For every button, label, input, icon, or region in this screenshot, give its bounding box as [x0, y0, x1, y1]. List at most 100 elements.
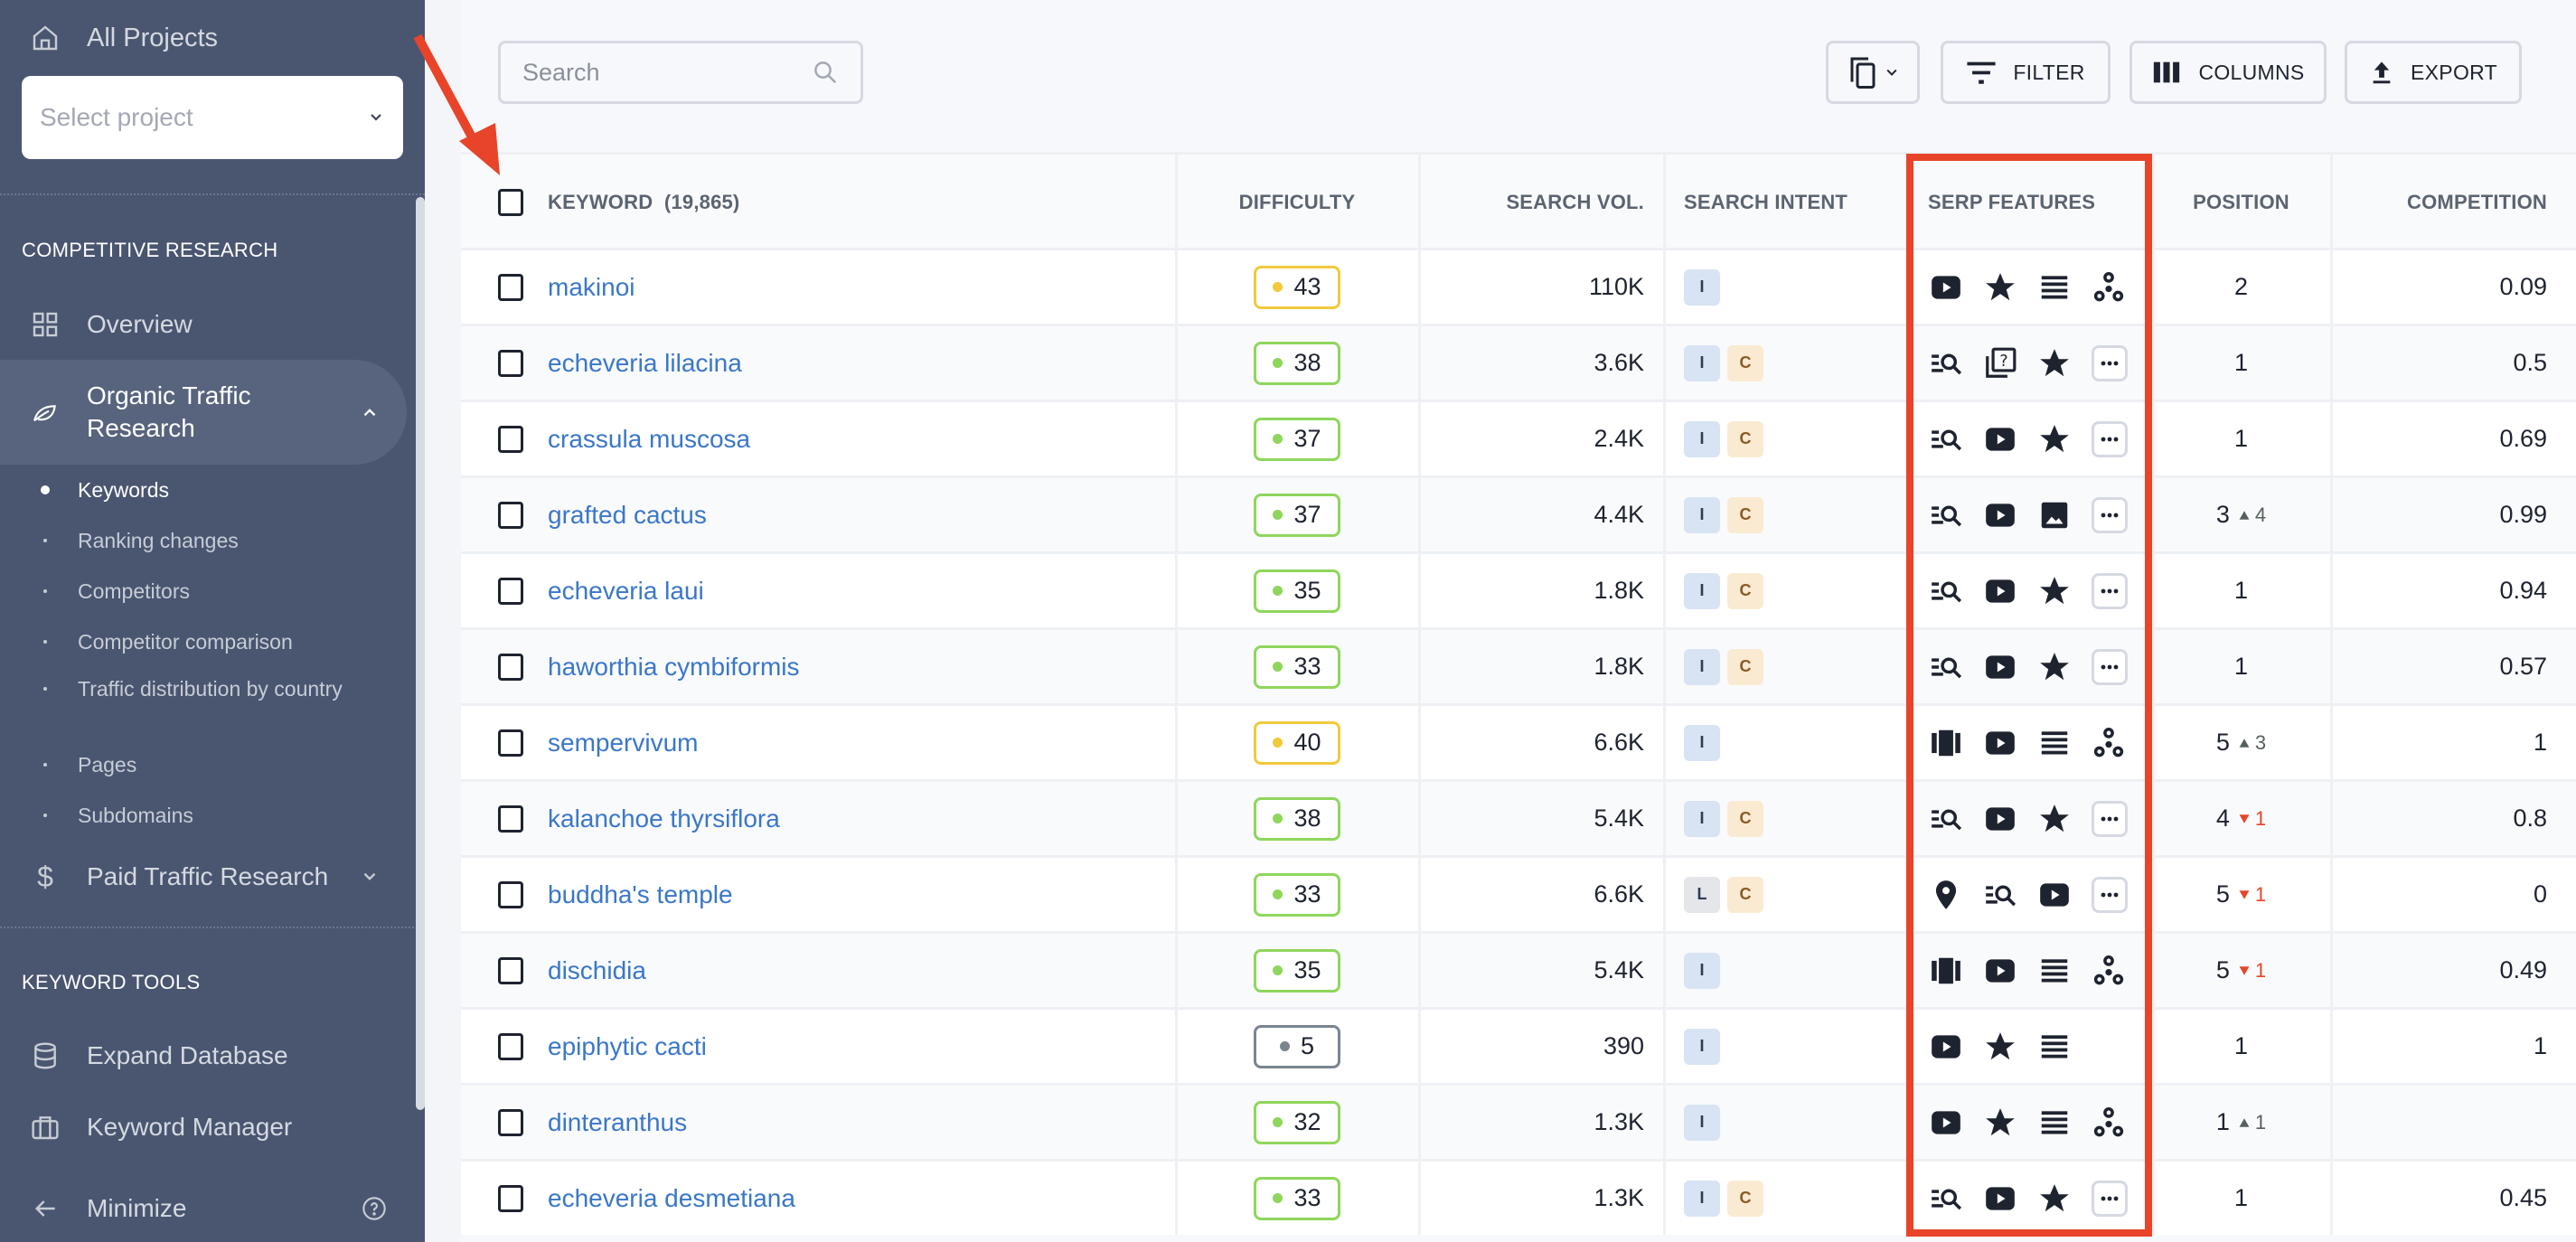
featured-list-icon[interactable]	[2037, 1030, 2072, 1064]
help-icon[interactable]	[362, 1196, 387, 1221]
header-search-intent[interactable]: SEARCH INTENT	[1684, 155, 1847, 250]
knowledge-graph-icon[interactable]	[2092, 726, 2126, 760]
video-icon[interactable]	[1929, 270, 1963, 305]
keyword-link[interactable]: crassula muscosa	[548, 425, 750, 454]
star-icon[interactable]	[2037, 422, 2072, 456]
video-icon[interactable]	[1983, 574, 2017, 608]
filter-button[interactable]: FILTER	[1941, 41, 2111, 104]
columns-button[interactable]: COLUMNS	[2129, 41, 2327, 104]
star-icon[interactable]	[2037, 802, 2072, 836]
header-competition[interactable]: COMPETITION	[2330, 155, 2547, 250]
sidebar-subitem-competitors[interactable]: Competitors	[43, 579, 190, 604]
star-icon[interactable]	[2037, 574, 2072, 608]
image-icon[interactable]	[2037, 498, 2072, 532]
keyword-link[interactable]: kalanchoe thyrsiflora	[548, 804, 780, 833]
row-checkbox[interactable]	[498, 729, 523, 757]
sidebar-item-expand-database[interactable]: Expand Database	[0, 1033, 407, 1078]
sidebar-item-paid-traffic-research[interactable]: $ Paid Traffic Research	[0, 854, 407, 899]
related-searches-icon[interactable]	[1983, 878, 2017, 912]
sidebar-subitem-competitor-comparison[interactable]: Competitor comparison	[43, 629, 293, 654]
search-box[interactable]	[498, 41, 863, 104]
select-all-checkbox[interactable]	[498, 189, 523, 216]
knowledge-graph-icon[interactable]	[2092, 270, 2126, 305]
more-serp-features-button[interactable]	[2092, 572, 2128, 609]
star-icon[interactable]	[2037, 650, 2072, 684]
related-searches-icon[interactable]	[1929, 346, 1963, 381]
sidebar-subitem-keywords[interactable]: Keywords	[41, 477, 169, 503]
row-checkbox[interactable]	[498, 956, 523, 984]
row-checkbox[interactable]	[498, 653, 523, 681]
video-icon[interactable]	[1983, 1181, 2017, 1216]
more-serp-features-button[interactable]	[2092, 1180, 2128, 1217]
row-checkbox[interactable]	[498, 1108, 523, 1136]
header-position[interactable]: POSITION	[2152, 155, 2330, 250]
sidebar-subitem-subdomains[interactable]: Subdomains	[43, 803, 193, 828]
star-icon[interactable]	[1983, 1030, 2017, 1064]
carousel-icon[interactable]	[1929, 726, 1963, 760]
video-icon[interactable]	[1983, 802, 2017, 836]
featured-list-icon[interactable]	[2037, 1106, 2072, 1140]
video-icon[interactable]	[1983, 954, 2017, 988]
keyword-link[interactable]: sempervivum	[548, 729, 698, 757]
more-serp-features-button[interactable]	[2092, 876, 2128, 913]
featured-list-icon[interactable]	[2037, 726, 2072, 760]
more-serp-features-button[interactable]	[2092, 344, 2128, 381]
header-keyword[interactable]: KEYWORD (19,865)	[548, 155, 739, 250]
carousel-icon[interactable]	[1929, 954, 1963, 988]
sidebar-subitem-pages[interactable]: Pages	[42, 752, 136, 777]
row-checkbox[interactable]	[498, 577, 523, 605]
more-serp-features-button[interactable]	[2092, 648, 2128, 685]
project-select[interactable]: Select project	[22, 76, 403, 159]
sidebar-scrollbar[interactable]	[416, 197, 425, 1110]
header-search-vol[interactable]: SEARCH VOL.	[1418, 155, 1644, 250]
row-checkbox[interactable]	[498, 273, 523, 301]
sidebar-subitem-ranking-changes[interactable]: Ranking changes	[43, 528, 239, 553]
video-icon[interactable]	[1983, 498, 2017, 532]
knowledge-graph-icon[interactable]	[2092, 1106, 2126, 1140]
row-checkbox[interactable]	[498, 349, 523, 377]
sidebar-item-keyword-manager[interactable]: Keyword Manager	[0, 1105, 407, 1150]
more-serp-features-button[interactable]	[2092, 496, 2128, 533]
star-icon[interactable]	[2037, 1181, 2072, 1216]
keyword-link[interactable]: makinoi	[548, 273, 635, 302]
all-projects-link[interactable]: All Projects	[31, 20, 218, 56]
keyword-link[interactable]: dinteranthus	[548, 1108, 687, 1137]
minimize-button[interactable]: Minimize	[0, 1186, 425, 1231]
header-serp-features[interactable]: SERP FEATURES	[1928, 155, 2095, 250]
featured-list-icon[interactable]	[2037, 270, 2072, 305]
sidebar-subitem-traffic-distribution[interactable]: Traffic distribution by country	[43, 676, 349, 701]
header-difficulty[interactable]: DIFFICULTY	[1175, 155, 1419, 250]
row-checkbox[interactable]	[498, 425, 523, 453]
row-checkbox[interactable]	[498, 1032, 523, 1060]
keyword-link[interactable]: grafted cactus	[548, 501, 707, 530]
copy-dropdown-button[interactable]	[1826, 41, 1920, 104]
more-serp-features-button[interactable]	[2092, 420, 2128, 457]
video-icon[interactable]	[1929, 1106, 1963, 1140]
related-searches-icon[interactable]	[1929, 802, 1963, 836]
related-searches-icon[interactable]	[1929, 574, 1963, 608]
star-icon[interactable]	[1983, 1106, 2017, 1140]
knowledge-graph-icon[interactable]	[2092, 954, 2126, 988]
video-icon[interactable]	[1983, 422, 2017, 456]
keyword-link[interactable]: echeveria laui	[548, 577, 704, 606]
faq-icon[interactable]: ?	[1983, 346, 2017, 381]
keyword-link[interactable]: dischidia	[548, 956, 646, 985]
related-searches-icon[interactable]	[1929, 1181, 1963, 1216]
star-icon[interactable]	[1983, 270, 2017, 305]
keyword-link[interactable]: epiphytic cacti	[548, 1032, 707, 1061]
keyword-link[interactable]: haworthia cymbiformis	[548, 653, 800, 682]
more-serp-features-button[interactable]	[2092, 800, 2128, 837]
row-checkbox[interactable]	[498, 501, 523, 529]
sidebar-item-overview[interactable]: Overview	[0, 302, 407, 347]
location-pin-icon[interactable]	[1929, 878, 1963, 912]
featured-list-icon[interactable]	[2037, 954, 2072, 988]
sidebar-item-organic-traffic-research[interactable]: Organic Traffic Research	[0, 360, 407, 465]
keyword-link[interactable]: buddha's temple	[548, 880, 733, 909]
row-checkbox[interactable]	[498, 804, 523, 833]
video-icon[interactable]	[1983, 650, 2017, 684]
keyword-link[interactable]: echeveria lilacina	[548, 349, 742, 378]
row-checkbox[interactable]	[498, 1184, 523, 1212]
keyword-link[interactable]: echeveria desmetiana	[548, 1184, 795, 1213]
video-icon[interactable]	[1983, 726, 2017, 760]
export-button[interactable]: EXPORT	[2345, 41, 2522, 104]
